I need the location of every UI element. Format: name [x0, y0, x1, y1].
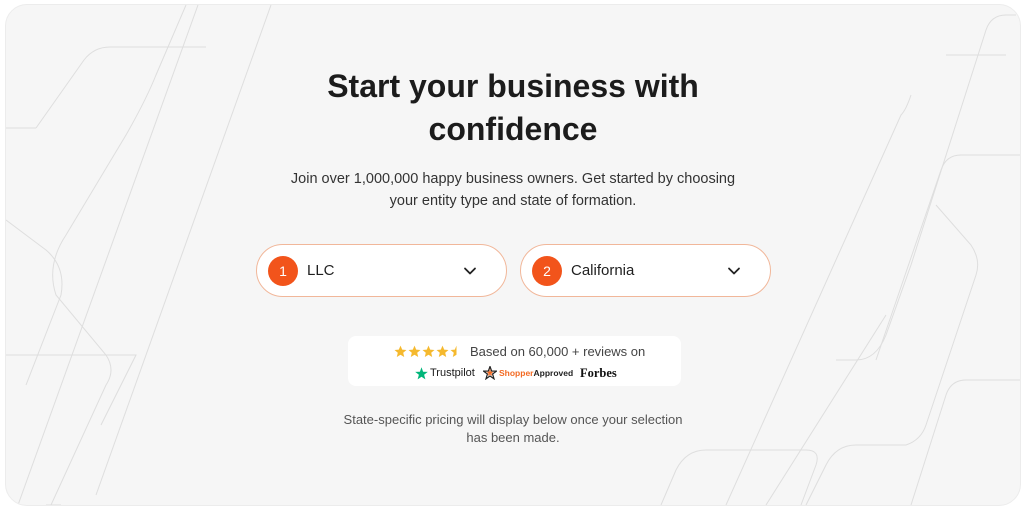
- subtitle-line-2: your entity type and state of formation.: [389, 193, 637, 209]
- shopper-approved-star-icon: [483, 366, 497, 380]
- rating-stars: [394, 345, 464, 359]
- title-line-2: confidence: [428, 111, 598, 147]
- forbes-logo: Forbes: [580, 365, 617, 381]
- trustpilot-star-icon: [415, 366, 428, 379]
- star-icons: [394, 345, 457, 357]
- pricing-note-line-1: State-specific pricing will display belo…: [343, 412, 683, 427]
- reviews-badge: Based on 60,000 + reviews on Trustpilot …: [348, 336, 681, 386]
- approved-label: Approved: [533, 368, 574, 378]
- state-value: California: [571, 262, 635, 279]
- forbes-label: Forbes: [580, 366, 617, 380]
- step-2-badge: 2: [532, 256, 562, 286]
- shopper-approved-logo: ShopperApproved: [483, 365, 573, 381]
- reviews-text: Based on 60,000 + reviews on: [470, 344, 646, 359]
- chevron-down-icon: [463, 264, 477, 278]
- step-1-badge: 1: [268, 256, 298, 286]
- hero-card: Start your business with confidence Join…: [5, 4, 1021, 506]
- chevron-down-icon: [727, 264, 741, 278]
- state-select[interactable]: 2 California: [520, 244, 771, 297]
- trustpilot-label: Trustpilot: [430, 367, 475, 379]
- page-subtitle: Join over 1,000,000 happy business owner…: [6, 168, 1020, 212]
- entity-type-value: LLC: [307, 262, 335, 279]
- title-line-1: Start your business with: [327, 68, 699, 104]
- shopper-label: Shopper: [499, 368, 534, 378]
- subtitle-line-1: Join over 1,000,000 happy business owner…: [290, 171, 736, 187]
- pricing-note-line-2: has been made.: [466, 430, 560, 445]
- page-title: Start your business with confidence: [6, 65, 1020, 151]
- pricing-note: State-specific pricing will display belo…: [6, 411, 1020, 447]
- entity-type-select[interactable]: 1 LLC: [256, 244, 507, 297]
- trustpilot-logo: Trustpilot: [415, 365, 475, 381]
